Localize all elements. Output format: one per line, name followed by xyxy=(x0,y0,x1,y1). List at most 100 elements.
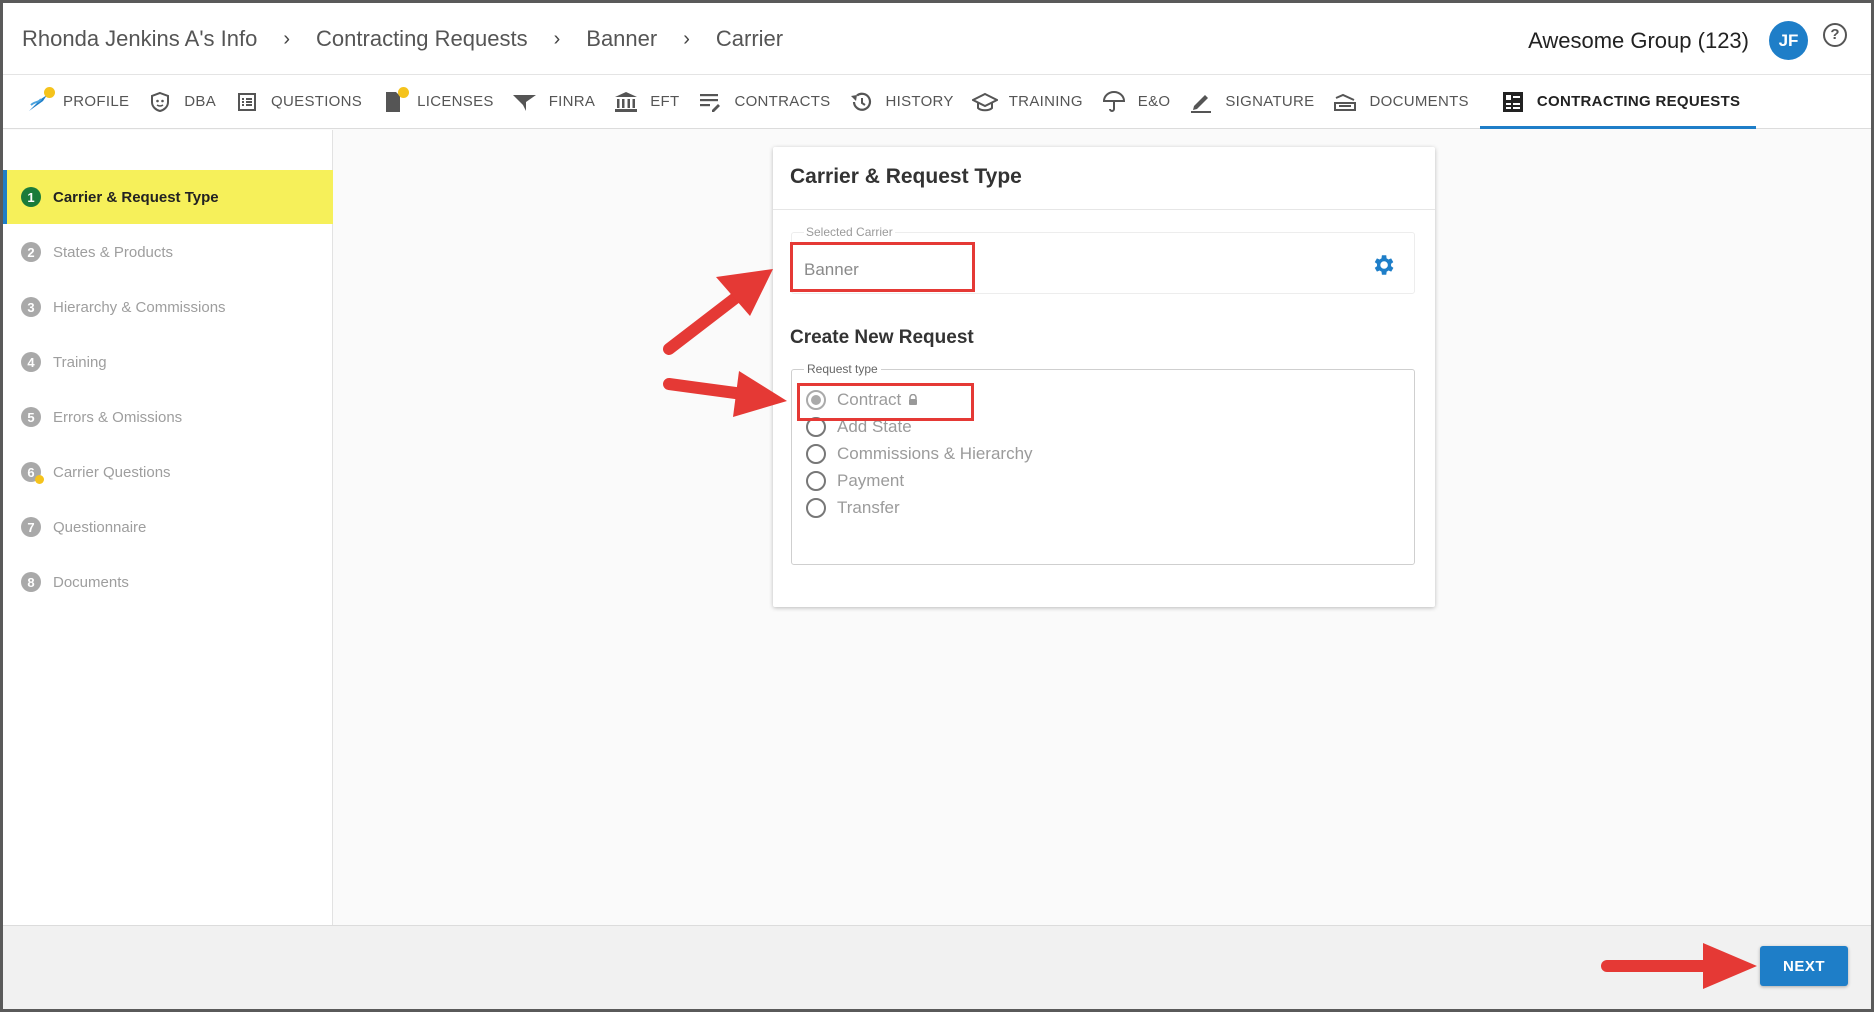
arrow-icon xyxy=(663,269,773,355)
tab-profile[interactable]: PROFILE xyxy=(19,75,140,129)
account-area: Awesome Group (123) JF ? xyxy=(1528,21,1847,60)
tab-label: HISTORY xyxy=(885,93,954,110)
step-states-products[interactable]: 2 States & Products xyxy=(3,225,333,279)
step-carrier-questions[interactable]: 6 Carrier Questions xyxy=(3,445,333,499)
chevron-right-icon: › xyxy=(283,27,291,50)
radio-empty-icon xyxy=(806,444,826,464)
tab-label: E&O xyxy=(1137,93,1171,110)
tab-training[interactable]: TRAINING xyxy=(965,75,1094,129)
tab-label: DOCUMENTS xyxy=(1369,93,1469,110)
request-icon xyxy=(1500,90,1526,114)
create-request-title: Create New Request xyxy=(790,327,974,348)
radio-empty-icon xyxy=(806,498,826,518)
carrier-request-card: Carrier & Request Type Selected Carrier … xyxy=(773,147,1435,607)
bank-icon xyxy=(613,90,639,114)
umbrella-icon xyxy=(1101,90,1127,114)
step-number: 6 xyxy=(21,462,44,484)
step-number: 4 xyxy=(21,352,41,372)
tab-eft[interactable]: EFT xyxy=(606,75,690,129)
footer-bar: NEXT xyxy=(3,925,1871,1009)
license-icon xyxy=(380,86,410,114)
tab-label: SIGNATURE xyxy=(1225,93,1315,110)
chevron-right-icon: › xyxy=(683,27,690,50)
breadcrumb-agent[interactable]: Rhonda Jenkins A's Info xyxy=(22,26,257,52)
radio-commissions-hierarchy[interactable]: Commissions & Hierarchy xyxy=(806,444,1033,464)
step-label: States & Products xyxy=(53,243,174,261)
tab-label: CONTRACTS xyxy=(734,93,831,110)
request-type-legend: Request type xyxy=(804,362,881,376)
step-number: 3 xyxy=(21,297,41,317)
next-button[interactable]: NEXT xyxy=(1760,946,1848,986)
step-number: 5 xyxy=(21,407,41,427)
tab-label: PROFILE xyxy=(63,93,130,110)
tab-dba[interactable]: DBA xyxy=(140,75,227,129)
step-carrier-request-type[interactable]: 1 Carrier & Request Type xyxy=(3,170,333,224)
step-label: Documents xyxy=(53,573,129,591)
tab-eo[interactable]: E&O xyxy=(1094,75,1182,129)
tab-label: CONTRACTING REQUESTS xyxy=(1536,93,1741,110)
history-icon xyxy=(848,90,874,114)
tab-label: TRAINING xyxy=(1008,93,1083,110)
step-number: 7 xyxy=(21,517,41,537)
radio-label: Payment xyxy=(837,471,905,490)
gear-icon[interactable] xyxy=(1370,252,1396,278)
breadcrumb-carrier: Carrier xyxy=(715,26,784,51)
radio-label: Transfer xyxy=(837,498,900,517)
step-hierarchy-commissions[interactable]: 3 Hierarchy & Commissions xyxy=(3,280,333,334)
tab-label: QUESTIONS xyxy=(271,93,363,110)
step-errors-omissions[interactable]: 5 Errors & Omissions xyxy=(3,390,333,444)
group-name[interactable]: Awesome Group (123) xyxy=(1528,28,1749,54)
document-lines-icon xyxy=(697,90,723,114)
tray-icon xyxy=(1332,90,1358,114)
steps-sidebar: 1 Carrier & Request Type 2 States & Prod… xyxy=(3,130,333,926)
divider xyxy=(773,209,1435,210)
tab-history[interactable]: HISTORY xyxy=(841,75,964,129)
tab-documents[interactable]: DOCUMENTS xyxy=(1325,75,1479,129)
breadcrumb-contracting-requests[interactable]: Contracting Requests xyxy=(316,26,528,52)
tab-contracts[interactable]: CONTRACTS xyxy=(690,75,841,129)
radio-payment[interactable]: Payment xyxy=(806,471,904,491)
highlight-box-carrier xyxy=(790,242,975,292)
radio-empty-icon xyxy=(806,471,826,491)
chevron-right-icon: › xyxy=(553,27,561,50)
step-number: 8 xyxy=(21,572,41,592)
tab-contracting-requests[interactable]: CONTRACTING REQUESTS xyxy=(1479,75,1757,129)
card-title: Carrier & Request Type xyxy=(790,165,1022,188)
tab-label: EFT xyxy=(650,93,680,110)
tab-questions[interactable]: QUESTIONS xyxy=(227,75,373,129)
help-icon[interactable]: ? xyxy=(1823,22,1847,47)
step-questionnaire[interactable]: 7 Questionnaire xyxy=(3,500,333,554)
arrow-icon xyxy=(663,371,787,417)
tab-label: FINRA xyxy=(548,93,596,110)
profile-icon xyxy=(26,86,55,114)
app-window: Rhonda Jenkins A's Info › Contracting Re… xyxy=(3,3,1871,1009)
step-training[interactable]: 4 Training xyxy=(3,335,333,389)
step-label: Training xyxy=(53,353,107,371)
shield-icon xyxy=(147,90,173,114)
top-bar: Rhonda Jenkins A's Info › Contracting Re… xyxy=(3,3,1871,75)
radio-label: Commissions & Hierarchy xyxy=(837,444,1033,463)
breadcrumb: Rhonda Jenkins A's Info › Contracting Re… xyxy=(22,26,783,52)
highlight-box-contract xyxy=(797,383,974,421)
step-documents[interactable]: 8 Documents xyxy=(3,555,333,609)
tab-label: LICENSES xyxy=(417,93,494,110)
warning-dot-icon xyxy=(35,475,44,484)
tab-finra[interactable]: FINRA xyxy=(505,75,607,129)
step-number: 1 xyxy=(21,187,41,207)
step-label: Carrier & Request Type xyxy=(53,188,219,206)
selected-carrier-label: Selected Carrier xyxy=(804,225,895,239)
pen-icon xyxy=(1188,90,1214,114)
tab-label: DBA xyxy=(184,93,217,110)
tab-signature[interactable]: SIGNATURE xyxy=(1181,75,1325,129)
step-label: Hierarchy & Commissions xyxy=(53,298,226,316)
tab-bar: PROFILE DBA QUESTIONS LICENSES FINRA EFT… xyxy=(3,75,1871,129)
finra-icon xyxy=(512,90,538,114)
radio-transfer[interactable]: Transfer xyxy=(806,498,900,518)
tab-licenses[interactable]: LICENSES xyxy=(373,75,505,129)
breadcrumb-banner[interactable]: Banner xyxy=(586,26,657,52)
avatar[interactable]: JF xyxy=(1769,21,1808,60)
list-icon xyxy=(234,90,260,114)
step-number: 2 xyxy=(21,242,41,262)
graduation-cap-icon xyxy=(971,90,998,114)
step-label: Questionnaire xyxy=(53,518,147,536)
